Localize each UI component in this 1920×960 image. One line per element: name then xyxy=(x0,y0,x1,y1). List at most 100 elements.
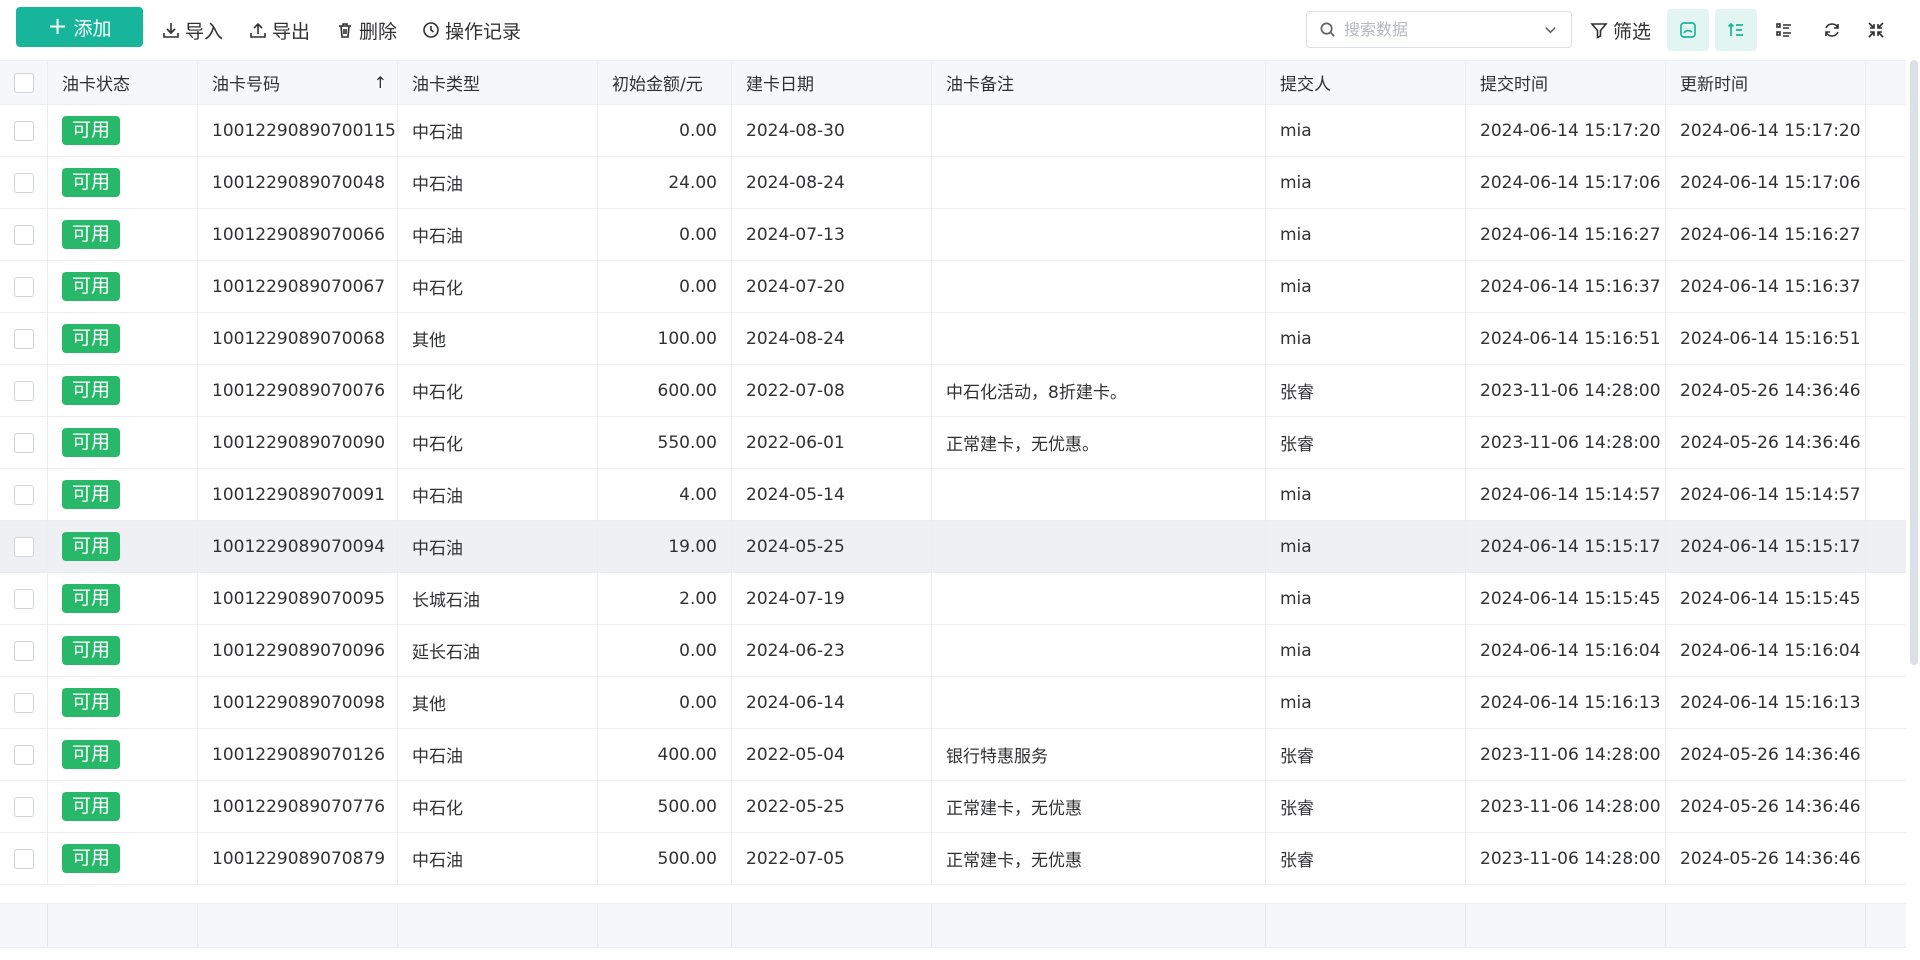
search-box[interactable] xyxy=(1306,11,1572,48)
table-row[interactable]: 可用 10012290890700115 中石油 0.00 2024-08-30 mia 2… xyxy=(0,105,1906,157)
table-row[interactable]: 可用 1001229089070879 中石油 500.00 2022-07-05 正常建… xyxy=(0,833,1906,885)
amount-cell: 550.00 xyxy=(598,417,732,468)
note-cell xyxy=(932,625,1266,676)
update-time-cell: 2024-05-26 14:36:46 xyxy=(1666,417,1866,468)
row-checkbox[interactable] xyxy=(13,432,34,453)
update-time-cell: 2024-05-26 14:36:46 xyxy=(1666,365,1866,416)
row-checkbox[interactable] xyxy=(13,484,34,505)
submit-time-cell: 2024-06-14 15:14:57 xyxy=(1466,469,1666,520)
row-select-cell xyxy=(0,417,48,468)
submitter-cell: mia xyxy=(1266,313,1466,364)
column-header-label: 油卡类型 xyxy=(412,75,480,95)
date-cell: 2024-05-14 xyxy=(732,469,932,520)
row-checkbox[interactable] xyxy=(13,536,34,557)
log-button[interactable]: 操作记录 xyxy=(422,16,521,44)
export-button[interactable]: 导出 xyxy=(249,16,310,44)
amount-cell: 4.00 xyxy=(598,469,732,520)
import-button[interactable]: 导入 xyxy=(162,16,223,44)
table-row[interactable]: 可用 1001229089070126 中石油 400.00 2022-05-04 银行特… xyxy=(0,729,1906,781)
row-spacer-cell xyxy=(1866,833,1906,884)
row-checkbox[interactable] xyxy=(13,224,34,245)
table-row[interactable]: 可用 1001229089070094 中石油 19.00 2024-05-25 mia 2… xyxy=(0,521,1906,573)
sort-asc-icon[interactable]: ↑ xyxy=(374,73,387,92)
row-checkbox[interactable] xyxy=(13,796,34,817)
row-select-cell xyxy=(0,105,48,156)
row-checkbox[interactable] xyxy=(13,328,34,349)
select-all-checkbox[interactable] xyxy=(13,72,34,93)
submit-time-cell: 2024-06-14 15:15:45 xyxy=(1466,573,1666,624)
row-select-cell xyxy=(0,469,48,520)
row-spacer-cell xyxy=(1866,781,1906,832)
table-row[interactable]: 可用 1001229089070095 长城石油 2.00 2024-07-19 mia 2… xyxy=(0,573,1906,625)
submit-time-cell: 2024-06-14 15:16:04 xyxy=(1466,625,1666,676)
submit-time-cell: 2024-06-14 15:16:51 xyxy=(1466,313,1666,364)
number-cell: 1001229089070776 xyxy=(198,781,398,832)
filter-button[interactable]: 筛选 xyxy=(1590,16,1651,44)
column-header-submit-time[interactable]: 提交时间 xyxy=(1466,61,1666,104)
table-row[interactable]: 可用 1001229089070067 中石化 0.00 2024-07-20 mia 20… xyxy=(0,261,1906,313)
column-header-label: 油卡备注 xyxy=(946,75,1014,95)
card-view-button[interactable] xyxy=(1667,9,1709,51)
table-row[interactable]: 可用 1001229089070090 中石化 550.00 2022-06-01 正常建… xyxy=(0,417,1906,469)
footer-cell xyxy=(1266,904,1466,947)
delete-button[interactable]: 删除 xyxy=(336,16,397,44)
search-input[interactable] xyxy=(1344,20,1542,39)
table-row[interactable]: 可用 1001229089070068 其他 100.00 2024-08-24 mia 2… xyxy=(0,313,1906,365)
row-spacer-cell xyxy=(1866,365,1906,416)
column-header-update-time[interactable]: 更新时间 xyxy=(1666,61,1866,104)
plus-icon: + xyxy=(47,12,68,40)
number-cell: 1001229089070094 xyxy=(198,521,398,572)
row-checkbox[interactable] xyxy=(13,848,34,869)
type-cell: 中石油 xyxy=(398,729,598,780)
filter-icon xyxy=(1590,23,1608,39)
column-header-date[interactable]: 建卡日期 xyxy=(732,61,932,104)
row-checkbox[interactable] xyxy=(13,640,34,661)
row-checkbox[interactable] xyxy=(13,276,34,297)
column-header-label: 油卡号码 xyxy=(212,75,280,95)
sort-button[interactable] xyxy=(1715,9,1757,51)
collapse-button[interactable] xyxy=(1855,9,1897,51)
list-group-icon xyxy=(1776,23,1791,37)
column-header-submitter[interactable]: 提交人 xyxy=(1266,61,1466,104)
date-cell: 2022-07-05 xyxy=(732,833,932,884)
row-spacer-cell xyxy=(1866,729,1906,780)
table-row[interactable]: 可用 1001229089070048 中石油 24.00 2024-08-24 mia 2… xyxy=(0,157,1906,209)
refresh-button[interactable] xyxy=(1811,9,1853,51)
row-checkbox[interactable] xyxy=(13,172,34,193)
table-row[interactable]: 可用 1001229089070098 其他 0.00 2024-06-14 mia 202… xyxy=(0,677,1906,729)
row-select-cell xyxy=(0,209,48,260)
row-checkbox[interactable] xyxy=(13,744,34,765)
row-checkbox[interactable] xyxy=(13,588,34,609)
row-checkbox[interactable] xyxy=(13,120,34,141)
submitter-cell: mia xyxy=(1266,105,1466,156)
amount-cell: 0.00 xyxy=(598,625,732,676)
column-header-number[interactable]: 油卡号码 ↑ xyxy=(198,61,398,104)
table-row[interactable]: 可用 1001229089070091 中石油 4.00 2024-05-14 mia 20… xyxy=(0,469,1906,521)
row-checkbox[interactable] xyxy=(13,692,34,713)
column-header-note[interactable]: 油卡备注 xyxy=(932,61,1266,104)
number-cell: 1001229089070096 xyxy=(198,625,398,676)
table-row[interactable]: 可用 1001229089070776 中石化 500.00 2022-05-25 正常建… xyxy=(0,781,1906,833)
vertical-scrollbar[interactable] xyxy=(1910,60,1918,665)
row-select-cell xyxy=(0,157,48,208)
add-button-label: 添加 xyxy=(73,17,112,40)
table-row[interactable]: 可用 1001229089070066 中石油 0.00 2024-07-13 mia 20… xyxy=(0,209,1906,261)
column-header-amount[interactable]: 初始金额/元 xyxy=(598,61,732,104)
group-button[interactable] xyxy=(1763,9,1805,51)
amount-cell: 100.00 xyxy=(598,313,732,364)
column-header-status[interactable]: 油卡状态 xyxy=(48,61,198,104)
table-row[interactable]: 可用 1001229089070096 延长石油 0.00 2024-06-23 mia 2… xyxy=(0,625,1906,677)
number-cell: 1001229089070066 xyxy=(198,209,398,260)
row-checkbox[interactable] xyxy=(13,380,34,401)
type-cell: 中石油 xyxy=(398,157,598,208)
number-cell: 1001229089070048 xyxy=(198,157,398,208)
type-cell: 其他 xyxy=(398,313,598,364)
chevron-down-icon[interactable] xyxy=(1542,21,1559,38)
submit-time-cell: 2024-06-14 15:17:06 xyxy=(1466,157,1666,208)
type-cell: 中石油 xyxy=(398,209,598,260)
sort-icon xyxy=(1727,22,1743,36)
column-header-type[interactable]: 油卡类型 xyxy=(398,61,598,104)
update-time-cell: 2024-06-14 15:14:57 xyxy=(1666,469,1866,520)
add-button[interactable]: + 添加 xyxy=(16,7,143,47)
table-row[interactable]: 可用 1001229089070076 中石化 600.00 2022-07-08 中石化… xyxy=(0,365,1906,417)
